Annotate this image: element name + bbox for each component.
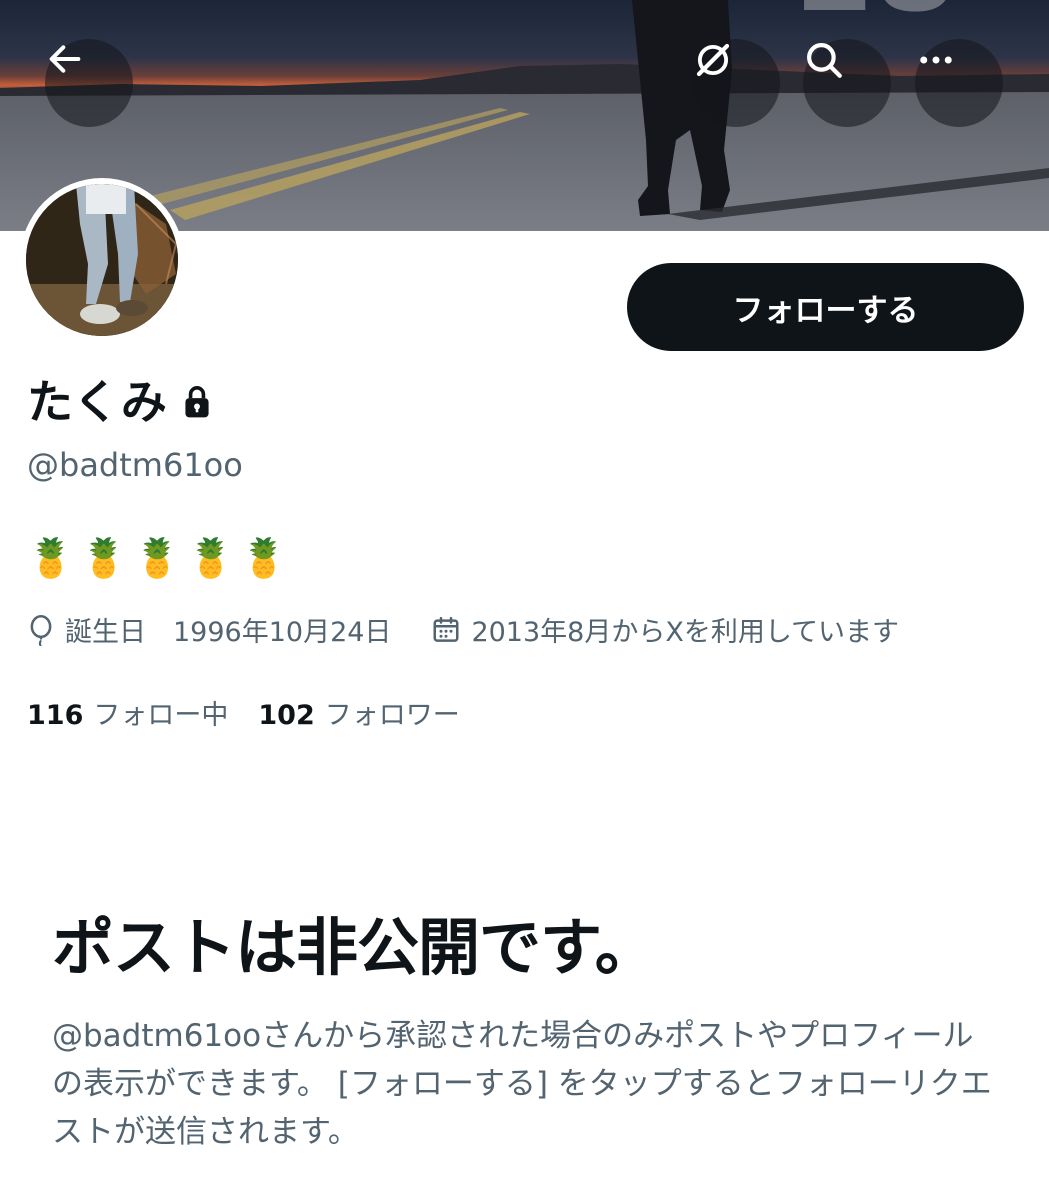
following-label: フォロー中 (93, 700, 229, 731)
joined-item: 2013年8月からXを利用しています (431, 610, 899, 649)
profile-handle: @badtm61oo (27, 446, 243, 484)
grok-icon (696, 43, 730, 77)
display-name: たくみ (27, 375, 167, 429)
search-button[interactable] (803, 39, 891, 127)
profile-meta: 誕生日 1996年10月24日 2013年8月からXを利用しています (27, 610, 939, 649)
more-button[interactable] (915, 39, 1003, 127)
birthday-text: 誕生日 1996年10月24日 (65, 617, 392, 648)
grok-button[interactable] (692, 39, 780, 127)
following-link[interactable]: 116 フォロー中 (27, 693, 228, 732)
private-notice-title: ポストは非公開です。 (52, 911, 657, 984)
svg-text:18: 18 (790, 0, 957, 39)
profile-name-row: たくみ (27, 372, 213, 432)
joined-text: 2013年8月からXを利用しています (471, 617, 900, 648)
balloon-icon (30, 614, 52, 646)
profile-page: 18 (0, 0, 1049, 1200)
avatar[interactable] (20, 178, 184, 342)
followers-count: 102 (258, 700, 315, 731)
follow-button-label: フォローする (732, 292, 919, 329)
profile-stats: 116 フォロー中 102 フォロワー (27, 693, 490, 732)
following-count: 116 (27, 700, 84, 731)
more-horizontal-icon (920, 56, 952, 64)
back-button[interactable] (45, 39, 133, 127)
search-icon (807, 43, 842, 78)
banner-image: 18 (0, 0, 1049, 231)
profile-banner[interactable]: 18 (0, 0, 1049, 231)
arrow-left-icon (49, 45, 81, 73)
lock-icon (185, 386, 209, 418)
followers-label: フォロワー (324, 700, 460, 731)
profile-bio: 🍍🍍🍍🍍🍍 (27, 536, 294, 580)
followers-link[interactable]: 102 フォロワー (258, 693, 459, 732)
private-notice-description: @badtm61ooさんから承認された場合のみポストやプロフィールの表示ができま… (52, 1018, 992, 1150)
calendar-icon (433, 616, 459, 642)
birthday-item: 誕生日 1996年10月24日 (27, 610, 391, 649)
avatar-image (26, 184, 178, 336)
follow-button[interactable]: フォローする (627, 263, 1024, 351)
